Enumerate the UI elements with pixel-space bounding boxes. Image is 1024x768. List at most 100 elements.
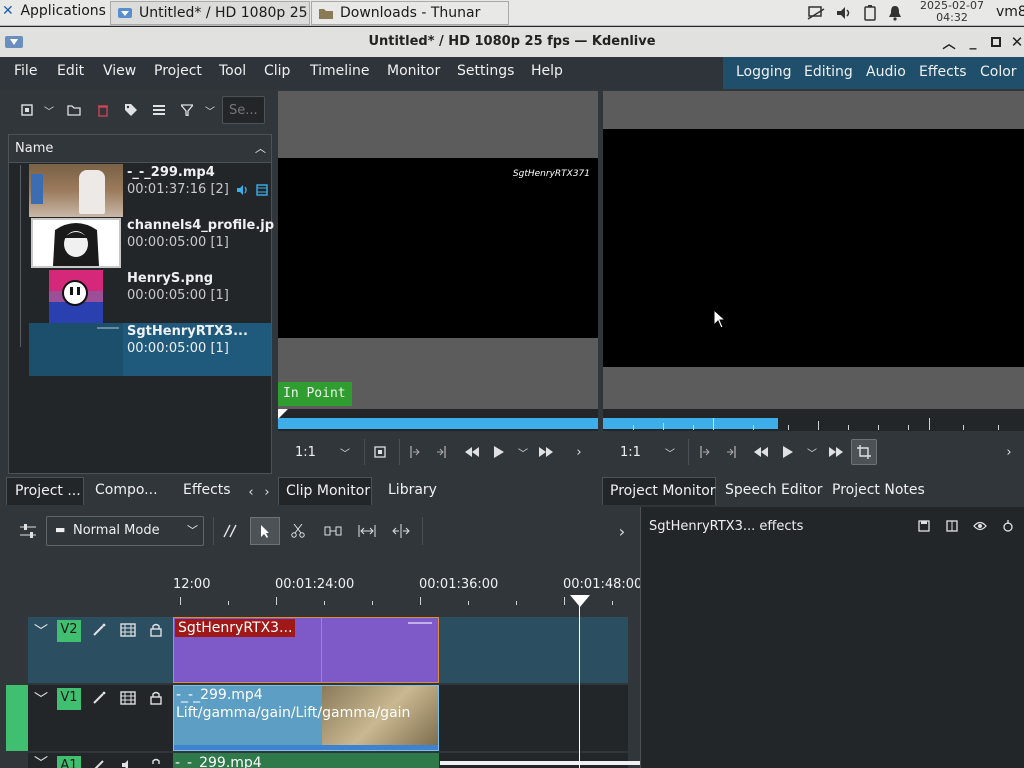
tab-compositions[interactable]: Compo...: [95, 477, 158, 505]
menu-help[interactable]: Help: [531, 63, 563, 79]
spacer-tool-icon[interactable]: [220, 521, 242, 541]
track-header-v1[interactable]: ﹀ V1: [28, 685, 172, 751]
bin-item[interactable]: channels4_profile.jp 00:00:05:00 [1]: [29, 217, 274, 270]
workspace-audio[interactable]: Audio: [866, 64, 906, 80]
menu-edit[interactable]: Edit: [57, 63, 84, 79]
tab-scroll-left-icon[interactable]: ‹: [244, 483, 258, 501]
roll-tool-icon[interactable]: [390, 521, 412, 541]
set-out-point-icon[interactable]: [724, 443, 740, 461]
clip-monitor-canvas[interactable]: SgtHenryRTX371 In Point: [278, 91, 598, 409]
collapse-chevron-icon[interactable]: ﹀: [34, 753, 48, 768]
project-monitor-canvas[interactable]: [603, 91, 1024, 409]
tab-project-monitor[interactable]: Project Monitor: [602, 477, 716, 505]
clock[interactable]: 2025-02-07 04:32: [914, 0, 990, 24]
playhead-marker-icon[interactable]: [570, 595, 590, 607]
fit-icon[interactable]: [372, 443, 388, 461]
rewind-icon[interactable]: [751, 443, 771, 461]
delete-icon[interactable]: [94, 101, 112, 119]
fast-forward-icon[interactable]: [826, 443, 846, 461]
network-icon[interactable]: [806, 4, 826, 22]
chevron-down-icon[interactable]: ﹀: [42, 101, 56, 119]
taskbar-tab-thunar[interactable]: Downloads - Thunar: [311, 1, 509, 25]
set-in-point-icon[interactable]: [696, 443, 712, 461]
more-options-chevron-icon[interactable]: ›: [572, 443, 586, 461]
tab-project-bin[interactable]: Project ...: [6, 477, 84, 505]
notification-bell-icon[interactable]: [886, 4, 904, 22]
hide-video-icon[interactable]: [118, 621, 138, 639]
tab-effects[interactable]: Effects: [183, 477, 231, 505]
timeline-clip-a1[interactable]: -_-_299.mp4: [173, 753, 439, 768]
filter-icon[interactable]: [178, 101, 196, 119]
filter-dropdown-chevron-icon[interactable]: ﹀: [203, 101, 217, 119]
close-icon[interactable]: ✕: [1010, 33, 1024, 51]
project-zoom-select[interactable]: 1:1: [620, 445, 641, 460]
play-icon[interactable]: [490, 443, 508, 461]
razor-tool-icon[interactable]: [288, 521, 308, 541]
rewind-icon[interactable]: [462, 443, 482, 461]
playhead[interactable]: [579, 603, 580, 768]
play-icon[interactable]: [779, 443, 797, 461]
zoom-dropdown-chevron-icon[interactable]: ﹀: [663, 443, 677, 461]
tab-scroll-right-icon[interactable]: ›: [260, 483, 274, 501]
add-clip-icon[interactable]: [18, 101, 36, 119]
hide-video-icon[interactable]: [118, 689, 138, 707]
track-header-a1[interactable]: ﹀ A1: [28, 753, 172, 768]
ripple-tool-icon[interactable]: [356, 521, 378, 541]
volume-icon[interactable]: [834, 4, 854, 22]
set-in-point-icon[interactable]: [406, 443, 422, 461]
workspace-color[interactable]: Color: [980, 64, 1017, 80]
effects-wand-icon[interactable]: [90, 621, 108, 639]
add-folder-icon[interactable]: [65, 101, 83, 119]
clip-zoom-select[interactable]: 1:1: [295, 445, 316, 460]
bin-item[interactable]: -_-_299.mp4 00:01:37:16 [2]: [29, 164, 271, 217]
mute-audio-icon[interactable]: [118, 756, 138, 768]
eye-icon[interactable]: [971, 517, 989, 535]
crop-icon[interactable]: [851, 439, 877, 465]
track-header-v2[interactable]: ﹀ V2: [28, 617, 172, 683]
lock-icon[interactable]: [147, 621, 165, 639]
play-options-chevron-icon[interactable]: ﹀: [805, 443, 819, 461]
collapse-chevron-icon[interactable]: ﹀: [34, 621, 48, 641]
set-out-point-icon[interactable]: [434, 443, 450, 461]
workspace-editing[interactable]: Editing: [804, 64, 853, 80]
edit-mode-select[interactable]: ▬ Normal Mode ﹀: [46, 516, 204, 546]
timeline-ruler[interactable]: 12:00 00:01:24:00 00:01:36:00 00:01:48:0…: [172, 569, 642, 614]
tab-library[interactable]: Library: [388, 477, 437, 505]
zoom-dropdown-chevron-icon[interactable]: ﹀: [338, 443, 352, 461]
bin-item-selected[interactable]: SgtHenryRTX3... 00:00:05:00 [1]: [29, 323, 271, 376]
bin-header[interactable]: Name ︿: [9, 135, 271, 163]
more-options-chevron-icon[interactable]: ›: [1002, 443, 1016, 461]
workspace-logging[interactable]: Logging: [736, 64, 792, 80]
bin-search-input[interactable]: [222, 96, 265, 124]
clip-monitor-ruler[interactable]: [278, 409, 598, 431]
menu-project[interactable]: Project: [154, 63, 202, 79]
compare-split-icon[interactable]: [943, 517, 961, 535]
menu-view[interactable]: View: [103, 63, 136, 79]
collapse-chevron-icon[interactable]: ﹀: [34, 689, 48, 709]
lock-icon[interactable]: [147, 689, 165, 707]
minimize-icon[interactable]: _: [964, 33, 982, 51]
menu-timeline[interactable]: Timeline: [310, 63, 370, 79]
tag-icon[interactable]: [122, 101, 140, 119]
taskbar-tab-kdenlive[interactable]: Untitled* / HD 1080p 25...: [110, 1, 310, 25]
save-effect-icon[interactable]: [915, 517, 933, 535]
play-options-chevron-icon[interactable]: ﹀: [516, 443, 530, 461]
effects-wand-icon[interactable]: [90, 756, 108, 768]
fast-forward-icon[interactable]: [536, 443, 556, 461]
timeline-settings-icon[interactable]: [18, 521, 38, 541]
effects-wand-icon[interactable]: [90, 689, 108, 707]
lock-icon[interactable]: [147, 756, 165, 768]
menu-file[interactable]: File: [14, 63, 37, 79]
project-monitor-ruler[interactable]: [603, 409, 1024, 431]
applications-menu-button[interactable]: ✕ Applications ☰: [2, 3, 123, 23]
slip-tool-icon[interactable]: [322, 521, 344, 541]
bin-item[interactable]: HenryS.png 00:00:05:00 [1]: [29, 270, 271, 323]
menu-settings[interactable]: Settings: [457, 63, 514, 79]
maximize-icon[interactable]: [987, 33, 1005, 51]
list-view-icon[interactable]: [150, 101, 168, 119]
battery-icon[interactable]: [861, 4, 879, 22]
timeline-more-chevron-icon[interactable]: ›: [614, 521, 630, 541]
menu-clip[interactable]: Clip: [264, 63, 290, 79]
collapse-effects-icon[interactable]: [999, 517, 1017, 535]
selection-tool-icon[interactable]: [250, 517, 280, 545]
